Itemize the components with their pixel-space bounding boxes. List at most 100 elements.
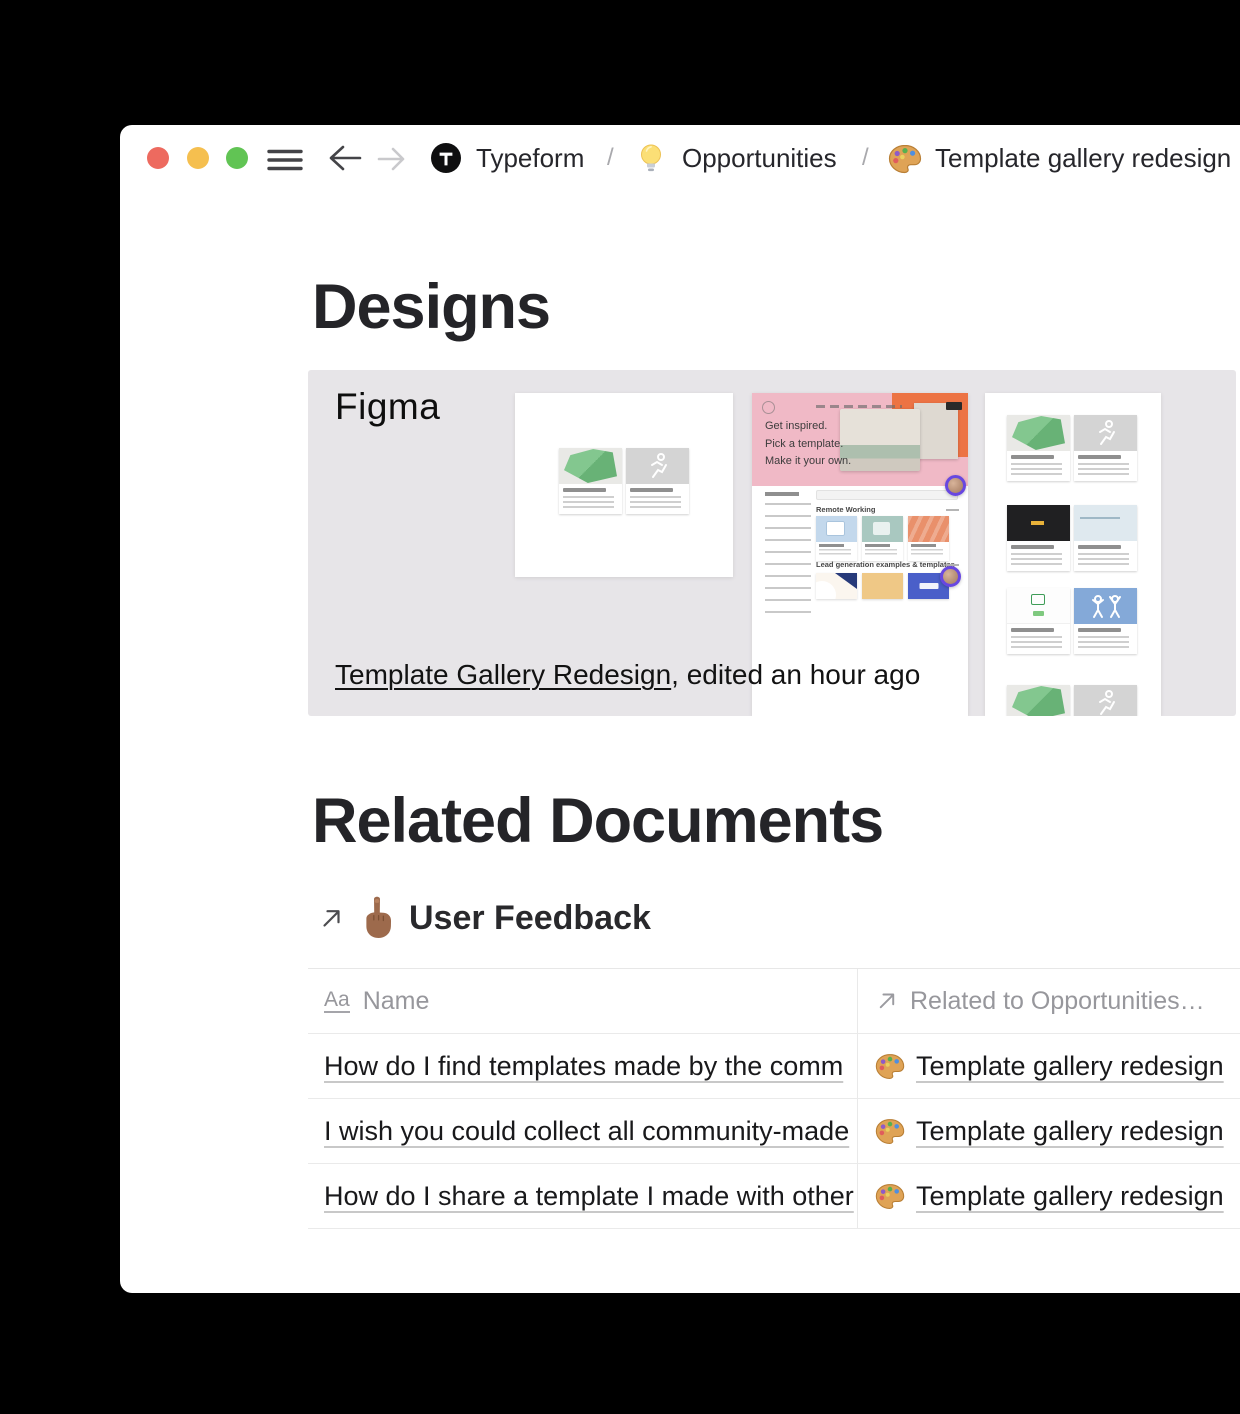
template-card-pair <box>559 448 689 514</box>
gallery-card <box>816 516 857 561</box>
breadcrumb-workspace[interactable]: Typeform <box>476 145 584 171</box>
column-header-name[interactable]: Aa Name <box>308 969 858 1033</box>
page-background: { "titlebar": { "workspace": "Typeform",… <box>0 0 1240 1414</box>
people-figures-icon <box>1086 592 1126 620</box>
close-button[interactable] <box>147 147 169 169</box>
index-pointing-up-icon <box>360 895 394 941</box>
gallery-section-title: Remote Working <box>816 505 875 514</box>
running-person-icon <box>1091 418 1121 448</box>
related-cell[interactable]: Template gallery redesign <box>858 1164 1240 1228</box>
user-feedback-label: User Feedback <box>409 899 651 938</box>
hero-line: Get inspired. <box>765 418 851 436</box>
dark-template-image <box>1007 505 1070 541</box>
related-page-link[interactable]: Template gallery redesign <box>916 1051 1224 1082</box>
gallery-card-row <box>816 516 949 561</box>
palette-icon <box>875 1183 905 1210</box>
embed-caption-link[interactable]: Template Gallery Redesign <box>335 659 671 690</box>
template-card-pair <box>1007 415 1137 481</box>
related-cell[interactable]: Template gallery redesign <box>858 1099 1240 1163</box>
mini-signin-button <box>946 402 962 410</box>
table-row: I wish you could collect all community-m… <box>308 1099 1240 1164</box>
figma-preview-page-1[interactable] <box>515 393 733 577</box>
green-shape <box>1012 416 1065 450</box>
hero-line: Make it your own. <box>765 453 851 471</box>
palette-icon <box>875 1118 905 1145</box>
running-person-icon <box>643 451 673 481</box>
green-template-image <box>1007 415 1070 451</box>
template-card-pair <box>1007 685 1137 716</box>
feedback-doc-link[interactable]: How do I share a template I made with ot… <box>324 1181 854 1212</box>
hero-photo <box>914 403 958 459</box>
calendar-icon <box>1031 594 1045 605</box>
menu-icon[interactable] <box>267 149 303 174</box>
table-header-row: Aa Name Related to Opportunities… <box>308 969 1240 1034</box>
paper-line <box>1080 517 1120 519</box>
name-cell[interactable]: How do I find templates made by the comm <box>308 1034 858 1098</box>
template-card <box>1007 685 1070 716</box>
figma-preview-page-3[interactable] <box>985 393 1161 716</box>
collaborator-cursor-avatar <box>945 475 966 496</box>
maximize-button[interactable] <box>226 147 248 169</box>
paper-template-image <box>1074 505 1137 541</box>
figures-template-image <box>1074 588 1137 624</box>
card-image <box>816 516 857 542</box>
collaborator-cursor-avatar <box>940 566 961 587</box>
related-cell[interactable]: Template gallery redesign <box>858 1034 1240 1098</box>
typeform-logo-icon[interactable] <box>431 143 461 178</box>
template-card <box>1007 415 1070 481</box>
gallery-card <box>862 573 903 599</box>
breadcrumb-current-page[interactable]: Template gallery redesign <box>935 145 1231 171</box>
gallery-hero: Get inspired. Pick a template. Make it y… <box>752 393 968 486</box>
lightbulb-icon <box>636 142 666 179</box>
minimize-button[interactable] <box>187 147 209 169</box>
template-card-pair <box>1007 505 1137 571</box>
figma-provider-label: Figma <box>335 386 440 428</box>
table-row: How do I find templates made by the comm… <box>308 1034 1240 1099</box>
highlight-pill <box>1031 521 1044 525</box>
calendar-template-image <box>1007 588 1070 624</box>
mini-nav-links <box>816 405 902 408</box>
name-cell[interactable]: How do I share a template I made with ot… <box>308 1164 858 1228</box>
gallery-card <box>908 516 949 561</box>
app-window: Typeform / Opportunities / Template gall… <box>120 125 1240 1293</box>
breadcrumb-parent-page[interactable]: Opportunities <box>682 145 837 171</box>
hero-photo <box>840 409 920 471</box>
card-image <box>908 516 949 542</box>
gallery-card-row <box>816 573 949 599</box>
back-icon[interactable] <box>326 143 364 176</box>
gallery-card <box>862 516 903 561</box>
template-card-pair <box>1007 588 1137 654</box>
placeholder-text <box>862 542 903 561</box>
template-card <box>1074 685 1137 716</box>
column-header-related[interactable]: Related to Opportunities… <box>858 969 1240 1033</box>
card-image <box>862 516 903 542</box>
runner-template-image <box>1074 415 1137 451</box>
running-person-icon <box>1091 688 1121 716</box>
embed-caption: Template Gallery Redesign, edited an hou… <box>335 659 920 691</box>
name-cell[interactable]: I wish you could collect all community-m… <box>308 1099 858 1163</box>
related-page-link[interactable]: Template gallery redesign <box>916 1181 1224 1212</box>
arrow-up-right-icon <box>875 989 899 1013</box>
feedback-doc-link[interactable]: How do I find templates made by the comm <box>324 1051 843 1082</box>
card-image <box>816 573 857 599</box>
placeholder-text <box>1007 451 1070 481</box>
placeholder-text <box>816 542 857 561</box>
placeholder-text <box>559 484 622 514</box>
column-header-label: Related to Opportunities… <box>910 987 1205 1016</box>
related-documents-heading: Related Documents <box>312 785 883 857</box>
user-feedback-link[interactable]: User Feedback <box>318 895 651 941</box>
template-card <box>559 448 622 514</box>
typeform-mini-logo <box>762 401 775 414</box>
related-page-link[interactable]: Template gallery redesign <box>916 1116 1224 1147</box>
mini-sidebar-title <box>765 492 799 496</box>
feedback-doc-link[interactable]: I wish you could collect all community-m… <box>324 1116 849 1147</box>
green-template-image <box>1007 685 1070 716</box>
template-card <box>1074 415 1137 481</box>
mini-sidebar-items <box>765 503 811 621</box>
green-shape <box>1012 686 1065 716</box>
titlebar: Typeform / Opportunities / Template gall… <box>120 125 1240 195</box>
forward-icon[interactable] <box>376 146 406 175</box>
column-header-label: Name <box>363 987 430 1016</box>
green-template-image <box>559 448 622 484</box>
breadcrumb-separator: / <box>607 145 614 171</box>
